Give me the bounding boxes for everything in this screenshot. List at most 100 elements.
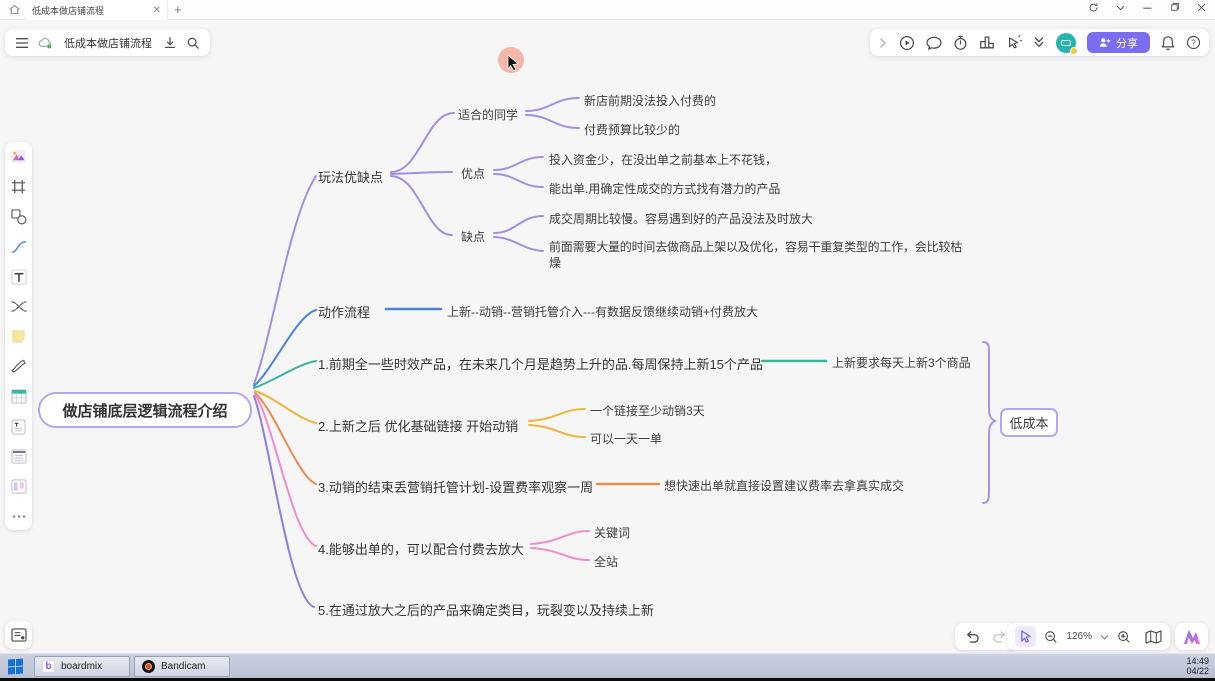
node-step1-child[interactable]: 上新要求每天上新3个商品	[832, 354, 971, 371]
share-label: 分享	[1116, 35, 1138, 51]
node-pros-child[interactable]: 能出单.用确定性成交的方式找有潜力的产品	[549, 180, 780, 197]
redo-icon[interactable]	[992, 630, 1007, 643]
clock-date: 04/22	[1186, 666, 1209, 676]
taskbar-app-bandicam[interactable]: Bandicam	[134, 656, 230, 677]
windows-logo-icon	[8, 658, 23, 674]
node-pros-child[interactable]: 投入资金少，在没出单之前基本上不花钱，	[549, 151, 777, 168]
tab-close-icon[interactable]: ✕	[153, 5, 161, 16]
taskbar-app-boardmix[interactable]: b boardmix	[34, 656, 130, 677]
node-step3[interactable]: 3.动销的结束丢营销托管计划-设置费率观察一周	[318, 477, 593, 496]
step4-forks	[531, 531, 589, 560]
zoom-toolbar: 126%	[1007, 623, 1170, 650]
line-step2	[255, 391, 316, 423]
more-chevrons-icon[interactable]	[1033, 36, 1045, 49]
node-suitable-child[interactable]: 新店前期没法投入付费的	[584, 92, 716, 109]
home-icon[interactable]	[8, 3, 21, 16]
frame-icon[interactable]	[10, 178, 27, 195]
list-icon[interactable]	[10, 448, 27, 465]
presentation-play-icon[interactable]	[899, 35, 915, 51]
avatar-badge	[1070, 47, 1078, 55]
zoom-in-icon[interactable]	[1117, 630, 1131, 644]
line-step4	[255, 394, 316, 546]
line-action	[254, 310, 316, 386]
new-tab-icon[interactable]: +	[174, 2, 182, 17]
user-avatar[interactable]	[1056, 33, 1076, 53]
menu-icon[interactable]	[15, 37, 29, 49]
more-tools-icon[interactable]	[10, 508, 27, 525]
taskbar-clock[interactable]: 14:49 04/22	[1186, 656, 1209, 676]
node-action-child[interactable]: 上新--动销--营销托管介入---有数据反馈继续动销+付费放大	[447, 303, 758, 320]
maximize-icon[interactable]	[1169, 2, 1180, 13]
text-icon[interactable]	[10, 268, 27, 285]
boardmix-logo-button[interactable]	[1175, 623, 1208, 650]
start-button[interactable]	[0, 654, 30, 679]
avatar-glyph	[1061, 40, 1071, 46]
document-icon[interactable]	[10, 418, 27, 435]
frames-icon	[11, 628, 27, 642]
node-step2-child[interactable]: 可以一天一单	[590, 430, 662, 447]
windows-taskbar: b boardmix Bandicam 14:49 04/22	[0, 653, 1215, 678]
podium-chart-icon[interactable]	[979, 35, 995, 50]
bandicam-app-icon	[142, 660, 155, 673]
node-step4-child[interactable]: 关键词	[594, 524, 630, 541]
connector-icon[interactable]	[10, 238, 27, 255]
whiteboard-canvas[interactable]: 做店铺底层逻辑流程介绍 玩法优缺点 适合的同学 新店前期没法投入付费的 付费预算…	[0, 20, 1215, 653]
zoom-dropdown-icon[interactable]	[1100, 633, 1109, 641]
summary-node[interactable]: 低成本	[1000, 408, 1058, 437]
document-title[interactable]: 低成本做店铺流程	[64, 35, 152, 51]
node-cons-child[interactable]: 前面需要大量的时间去做商品上架以及优化，容易干重复类型的工作，会比较枯燥	[549, 239, 963, 271]
minimap-icon[interactable]	[1145, 630, 1162, 644]
browser-tab[interactable]: 低成本做店铺流程 ✕	[26, 0, 168, 20]
frames-panel-button[interactable]	[5, 621, 32, 649]
node-step2[interactable]: 2.上新之后 优化基础链接 开始动销	[318, 416, 518, 435]
laser-pointer-icon[interactable]	[1006, 35, 1022, 50]
refresh-icon[interactable]	[1088, 2, 1099, 13]
download-icon[interactable]	[163, 36, 177, 50]
node-step1[interactable]: 1.前期全一些时效产品，在未来几个月是趋势上升的品.每周保持上新15个产品	[318, 354, 763, 373]
table-icon[interactable]	[10, 388, 27, 405]
screen: 低成本做店铺流程 ✕ +	[0, 0, 1215, 681]
undo-icon[interactable]	[965, 630, 980, 643]
line-step5	[254, 396, 314, 607]
node-pros[interactable]: 优点	[461, 165, 485, 182]
sticky-note-icon[interactable]	[10, 328, 27, 345]
collapse-chevron-icon[interactable]	[878, 37, 888, 49]
mouse-cursor-icon	[507, 55, 521, 71]
node-step4-child[interactable]: 全站	[594, 553, 618, 570]
tab-title: 低成本做店铺流程	[32, 4, 149, 17]
node-step3-child[interactable]: 想快速出单就直接设置建议费率去拿真实成交	[664, 477, 904, 494]
node-suitable[interactable]: 适合的同学	[458, 106, 518, 123]
zoom-out-icon[interactable]	[1044, 630, 1058, 644]
kanban-icon[interactable]	[10, 478, 27, 495]
clock-time: 14:49	[1186, 656, 1209, 666]
help-icon[interactable]: ?	[1186, 35, 1201, 50]
node-cons-child[interactable]: 成交周期比较慢。容易遇到好的产品没法及时放大	[549, 210, 813, 227]
step2-forks	[529, 409, 585, 437]
mindmap-icon[interactable]	[10, 298, 27, 315]
shapes-icon[interactable]	[10, 208, 27, 225]
templates-icon[interactable]	[10, 148, 27, 165]
node-action[interactable]: 动作流程	[318, 302, 370, 321]
comment-icon[interactable]	[926, 36, 942, 50]
timer-icon[interactable]	[953, 35, 968, 51]
line-playstyle	[254, 176, 316, 384]
mindmap-root-node[interactable]: 做店铺底层逻辑流程介绍	[38, 392, 252, 428]
pen-icon[interactable]	[10, 358, 27, 375]
node-step2-child[interactable]: 一个链接至少动销3天	[590, 402, 705, 419]
cloud-sync-icon	[38, 37, 53, 49]
node-cons[interactable]: 缺点	[461, 228, 485, 245]
search-icon[interactable]	[186, 36, 200, 50]
share-button[interactable]: 分享	[1087, 32, 1150, 53]
select-tool-button[interactable]	[1015, 626, 1036, 647]
chevron-down-icon[interactable]	[1115, 2, 1126, 13]
boardmix-logo	[1182, 628, 1202, 646]
node-step5[interactable]: 5.在通过放大之后的产品来确定类目，玩裂变以及持续上新	[318, 600, 654, 619]
zoom-level[interactable]: 126%	[1066, 631, 1092, 642]
browser-titlebar: 低成本做店铺流程 ✕ +	[0, 0, 1215, 20]
close-window-icon[interactable]	[1196, 2, 1207, 13]
node-suitable-child[interactable]: 付费预算比较少的	[584, 121, 680, 138]
node-step4[interactable]: 4.能够出单的，可以配合付费去放大	[318, 539, 524, 558]
notification-bell-icon[interactable]	[1161, 35, 1175, 50]
minimize-icon[interactable]	[1142, 2, 1153, 13]
node-playstyle[interactable]: 玩法优缺点	[318, 167, 383, 186]
